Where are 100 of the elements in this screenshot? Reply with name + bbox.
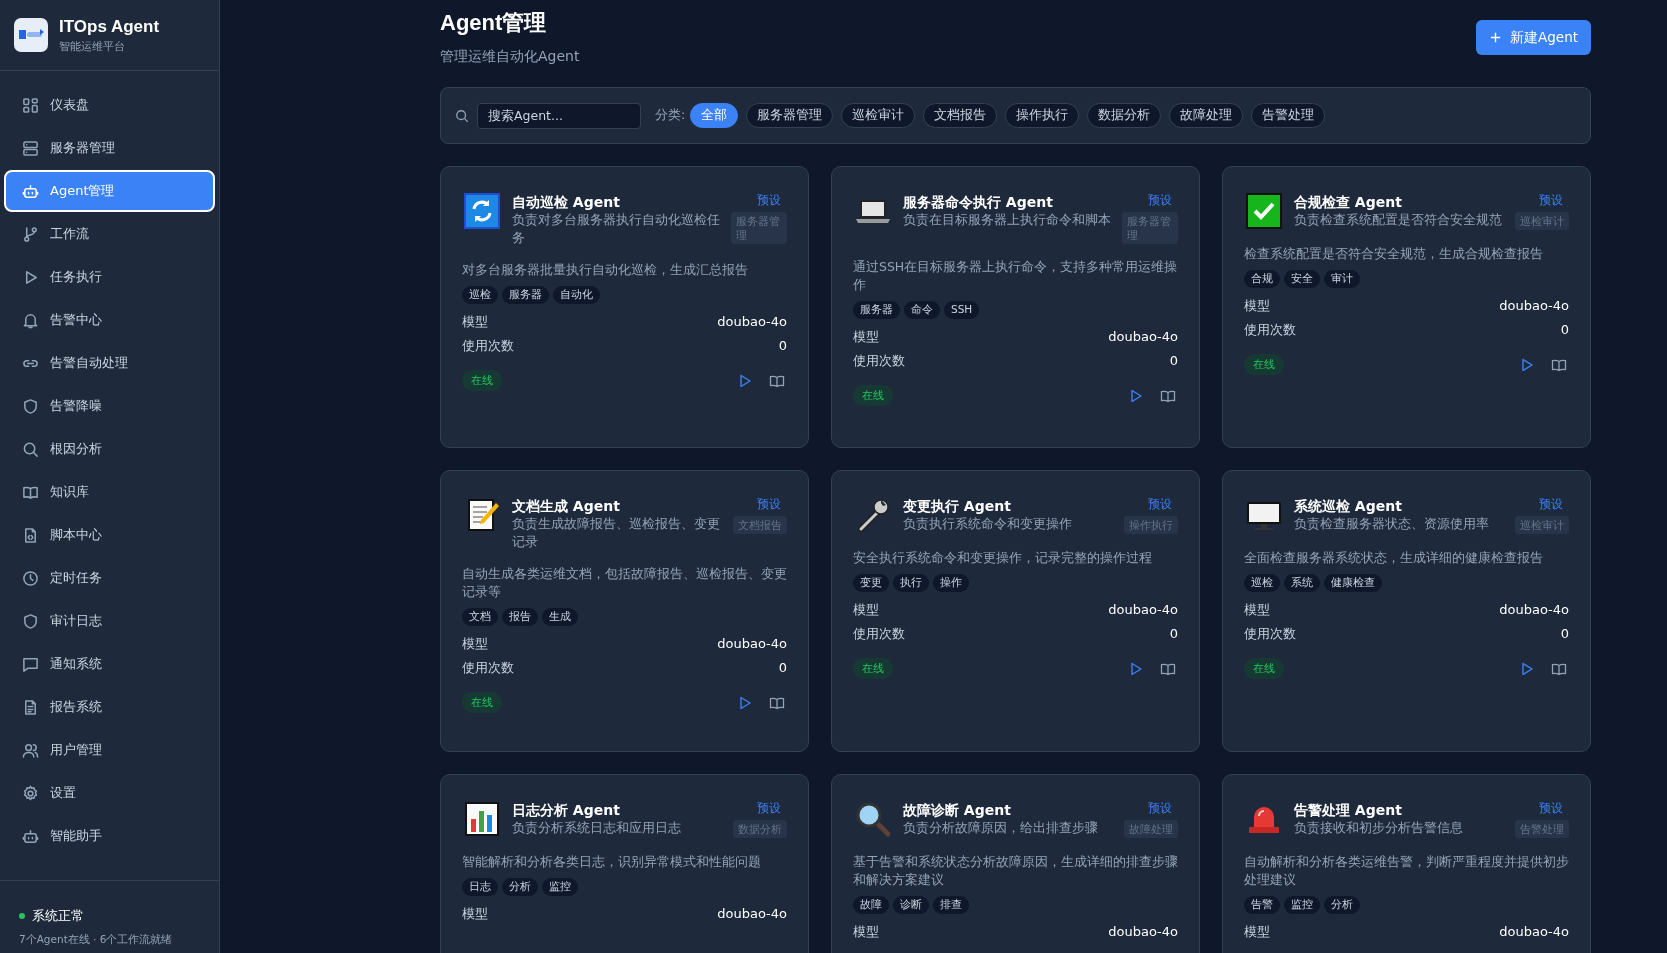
stat-value: doubao-4o (717, 905, 787, 923)
stat-value: 0 (1169, 625, 1178, 643)
stat-label: 使用次数 (853, 625, 905, 643)
stat-label: 模型 (853, 328, 879, 346)
category-chip[interactable]: 告警处理 (1251, 103, 1326, 128)
category-badge: 文档报告 (733, 516, 787, 534)
category-chip[interactable]: 服务器管理 (746, 103, 834, 128)
tag: 监控 (542, 878, 578, 896)
agent-name: 故障诊断 Agent (903, 801, 1012, 819)
tag: 命令 (904, 301, 940, 319)
stat-label: 模型 (853, 923, 879, 941)
sidebar-item[interactable]: 服务器管理 (4, 127, 215, 169)
checkmark-icon (1244, 191, 1284, 231)
stat-value: doubao-4o (1108, 328, 1178, 346)
sidebar-item[interactable]: 知识库 (4, 471, 215, 513)
stat-value: 0 (778, 337, 787, 355)
sidebar-item[interactable]: 工作流 (4, 213, 215, 255)
users-icon (22, 741, 39, 759)
agent-summary: 负责分析故障原因，给出排查步骤 (903, 819, 1099, 837)
server-icon (22, 139, 39, 157)
branch-icon (22, 225, 39, 243)
play-icon (1519, 660, 1535, 677)
sidebar-item[interactable]: 告警降噪 (4, 385, 215, 427)
agent-description: 基于告警和系统状态分析故障原因，生成详细的排查步骤和解决方案建议 (853, 853, 1178, 889)
play-icon (1128, 387, 1144, 404)
shield-icon (22, 397, 39, 415)
stat-value: 0 (778, 659, 787, 677)
tag: 排查 (933, 896, 969, 914)
agent-name: 日志分析 Agent (512, 801, 621, 819)
stat-value: doubao-4o (1108, 601, 1178, 619)
clock-icon (22, 569, 39, 587)
category-label: 分类: (655, 107, 686, 124)
tag: 系统 (1284, 574, 1320, 592)
play-icon (1128, 660, 1144, 677)
page-subtitle: 管理运维自动化Agent (440, 48, 580, 66)
agent-description: 通过SSH在目标服务器上执行命令，支持多种常用运维操作 (853, 258, 1178, 294)
category-badge: 操作执行 (1124, 516, 1178, 534)
stat-label: 模型 (1244, 297, 1270, 315)
tag: 执行 (893, 574, 929, 592)
sidebar-item[interactable]: 设置 (4, 772, 215, 814)
stat-label: 使用次数 (462, 659, 514, 677)
sidebar-item[interactable]: 脚本中心 (4, 514, 215, 556)
grid-icon (22, 96, 39, 114)
tag: 诊断 (893, 896, 929, 914)
new-agent-button[interactable]: 新建Agent (1476, 20, 1591, 55)
category-chip[interactable]: 全部 (690, 103, 739, 128)
stat-value: doubao-4o (717, 313, 787, 331)
agent-name: 文档生成 Agent (512, 497, 621, 515)
category-badge: 巡检审计 (1515, 516, 1569, 534)
sync-icon (462, 191, 502, 231)
agent-summary: 负责接收和初步分析告警信息 (1294, 819, 1464, 837)
tag: 日志 (462, 878, 498, 896)
stat-label: 模型 (462, 313, 488, 331)
sidebar-item[interactable]: 告警自动处理 (4, 342, 215, 384)
tag: 服务器 (853, 301, 900, 319)
search-icon (22, 440, 39, 458)
sidebar-item[interactable]: 通知系统 (4, 643, 215, 685)
category-chip[interactable]: 数据分析 (1087, 103, 1162, 128)
bell-icon (22, 311, 39, 329)
category-chip[interactable]: 文档报告 (923, 103, 998, 128)
stat-value: doubao-4o (1499, 297, 1569, 315)
sidebar-item[interactable]: 智能助手 (4, 815, 215, 857)
stat-label: 模型 (853, 601, 879, 619)
sidebar-item[interactable]: 根因分析 (4, 428, 215, 470)
gear-icon (22, 784, 39, 802)
category-chip[interactable]: 故障处理 (1169, 103, 1244, 128)
preset-label: 预设 (1148, 497, 1173, 512)
tag: 告警 (1244, 896, 1280, 914)
sidebar-item[interactable]: 报告系统 (4, 686, 215, 728)
category-chip[interactable]: 巡检审计 (841, 103, 916, 128)
stat-value: 0 (1560, 321, 1569, 339)
sidebar-item[interactable]: 仪表盘 (4, 84, 215, 126)
agent-description: 全面检查服务器系统状态，生成详细的健康检查报告 (1244, 549, 1544, 567)
sidebar-item[interactable]: 用户管理 (4, 729, 215, 771)
stat-value: doubao-4o (717, 635, 787, 653)
tag: 健康检查 (1324, 574, 1382, 592)
tag: 合规 (1244, 270, 1280, 288)
agent-description: 自动生成各类运维文档，包括故障报告、巡检报告、变更记录等 (462, 565, 787, 601)
agent-summary: 负责检查服务器状态、资源使用率 (1294, 515, 1490, 533)
tag: 变更 (853, 574, 889, 592)
tag: 分析 (502, 878, 538, 896)
sidebar-item[interactable]: 任务执行 (4, 256, 215, 298)
preset-label: 预设 (1539, 193, 1564, 208)
search-field[interactable]: 搜索Agent... (477, 102, 641, 129)
category-chip[interactable]: 操作执行 (1005, 103, 1080, 128)
sidebar-item[interactable]: Agent管理 (4, 170, 215, 212)
agent-name: 合规检查 Agent (1294, 193, 1403, 211)
tag: 文档 (462, 608, 498, 626)
logo-icon (14, 18, 48, 52)
sidebar-item[interactable]: 定时任务 (4, 557, 215, 599)
status-badge: 在线 (1244, 354, 1284, 375)
agent-description: 智能解析和分析各类日志，识别异常模式和性能问题 (462, 853, 762, 871)
chat-icon (22, 655, 39, 673)
agent-description: 自动解析和分析各类运维告警，判断严重程度并提供初步处理建议 (1244, 853, 1569, 889)
stat-label: 模型 (1244, 923, 1270, 941)
category-badge: 巡检审计 (1515, 212, 1569, 230)
sidebar-item[interactable]: 审计日志 (4, 600, 215, 642)
status-badge: 在线 (1244, 658, 1284, 679)
system-status: 系统正常 (32, 907, 84, 925)
sidebar-item[interactable]: 告警中心 (4, 299, 215, 341)
